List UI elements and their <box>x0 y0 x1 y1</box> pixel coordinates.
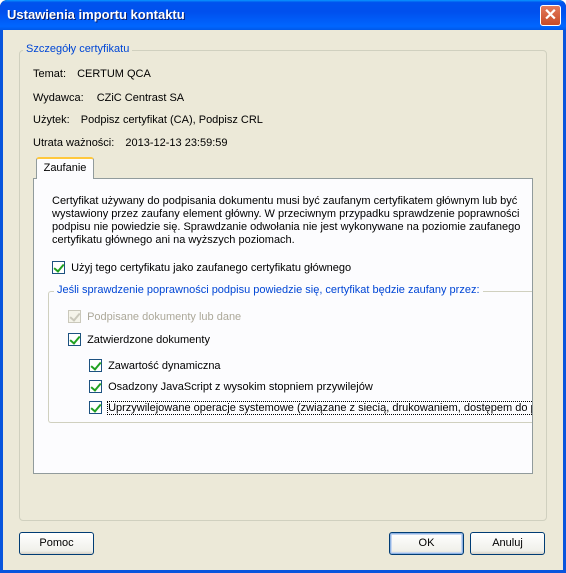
help-button-label: Pomoc <box>39 537 74 549</box>
usage-value: Podpisz certyfikat (CA), Podpisz CRL <box>80 114 263 126</box>
subject-row: Temat: CERTUM QCA <box>33 68 151 80</box>
window-title: Ustawienia importu kontaktu <box>7 7 185 22</box>
subject-value: CERTUM QCA <box>77 68 151 80</box>
certified-documents-checkbox[interactable] <box>68 333 81 346</box>
use-as-root-label[interactable]: Użyj tego certyfikatu jako zaufanego cer… <box>71 262 351 274</box>
expiry-label: Utrata ważności: <box>33 137 115 149</box>
trust-options-legend: Jeśli sprawdzenie poprawności podpisu po… <box>54 284 483 296</box>
expiry-value: 2013-12-13 23:59:59 <box>125 137 228 149</box>
cancel-button[interactable]: Anuluj <box>470 532 545 555</box>
option-certified-documents-row: Zatwierdzone dokumenty <box>68 333 210 346</box>
tab-zaufanie[interactable]: Zaufanie <box>36 157 94 179</box>
cancel-button-label: Anuluj <box>492 537 523 549</box>
option-dynamic-content-row: Zawartość dynamiczna <box>89 359 221 372</box>
tab-zaufanie-label: Zaufanie <box>43 162 87 174</box>
issuer-label: Wydawca: <box>33 92 84 104</box>
certificate-details-legend: Szczegóły certyfikatu <box>23 43 133 55</box>
ok-button-label: OK <box>418 537 435 549</box>
dynamic-content-label[interactable]: Zawartość dynamiczna <box>108 360 221 372</box>
system-operations-label[interactable]: Uprzywilejowane operacje systemowe (zwią… <box>107 401 532 415</box>
trust-description: Certyfikat używany do podpisania dokumen… <box>52 195 521 246</box>
trust-tab-panel: Certyfikat używany do podpisania dokumen… <box>33 178 533 474</box>
usage-label: Użytek: <box>33 114 70 126</box>
signed-documents-label: Podpisane dokumenty lub dane <box>87 311 242 323</box>
use-as-root-row: Użyj tego certyfikatu jako zaufanego cer… <box>52 261 351 274</box>
system-operations-checkbox[interactable] <box>89 401 102 414</box>
certified-documents-label[interactable]: Zatwierdzone dokumenty <box>87 334 210 346</box>
subject-label: Temat: <box>33 68 67 80</box>
dynamic-content-checkbox[interactable] <box>89 359 102 372</box>
ok-button[interactable]: OK <box>389 532 464 555</box>
close-icon: ✕ <box>543 7 558 24</box>
expiry-row: Utrata ważności: 2013-12-13 23:59:59 <box>33 137 228 149</box>
issuer-value: CZiC Centrast SA <box>96 92 185 104</box>
signed-documents-checkbox[interactable] <box>68 310 81 323</box>
javascript-label[interactable]: Osadzony JavaScript z wysokim stopniem p… <box>108 381 373 393</box>
option-system-operations-row: Uprzywilejowane operacje systemowe (zwią… <box>89 401 532 415</box>
option-javascript-row: Osadzony JavaScript z wysokim stopniem p… <box>89 380 373 393</box>
title-bar[interactable]: Ustawienia importu kontaktu ✕ <box>0 0 566 30</box>
option-signed-documents-row: Podpisane dokumenty lub dane <box>68 310 241 323</box>
dialog-body: Szczegóły certyfikatu Temat: CERTUM QCA … <box>3 30 563 570</box>
close-button[interactable]: ✕ <box>540 5 561 26</box>
help-button[interactable]: Pomoc <box>19 532 94 555</box>
issuer-row: Wydawca: CZiC Centrast SA <box>33 92 184 104</box>
dialog-window: Ustawienia importu kontaktu ✕ Szczegóły … <box>0 0 566 573</box>
use-as-root-checkbox[interactable] <box>52 261 65 274</box>
usage-row: Użytek: Podpisz certyfikat (CA), Podpisz… <box>33 114 263 126</box>
javascript-checkbox[interactable] <box>89 380 102 393</box>
